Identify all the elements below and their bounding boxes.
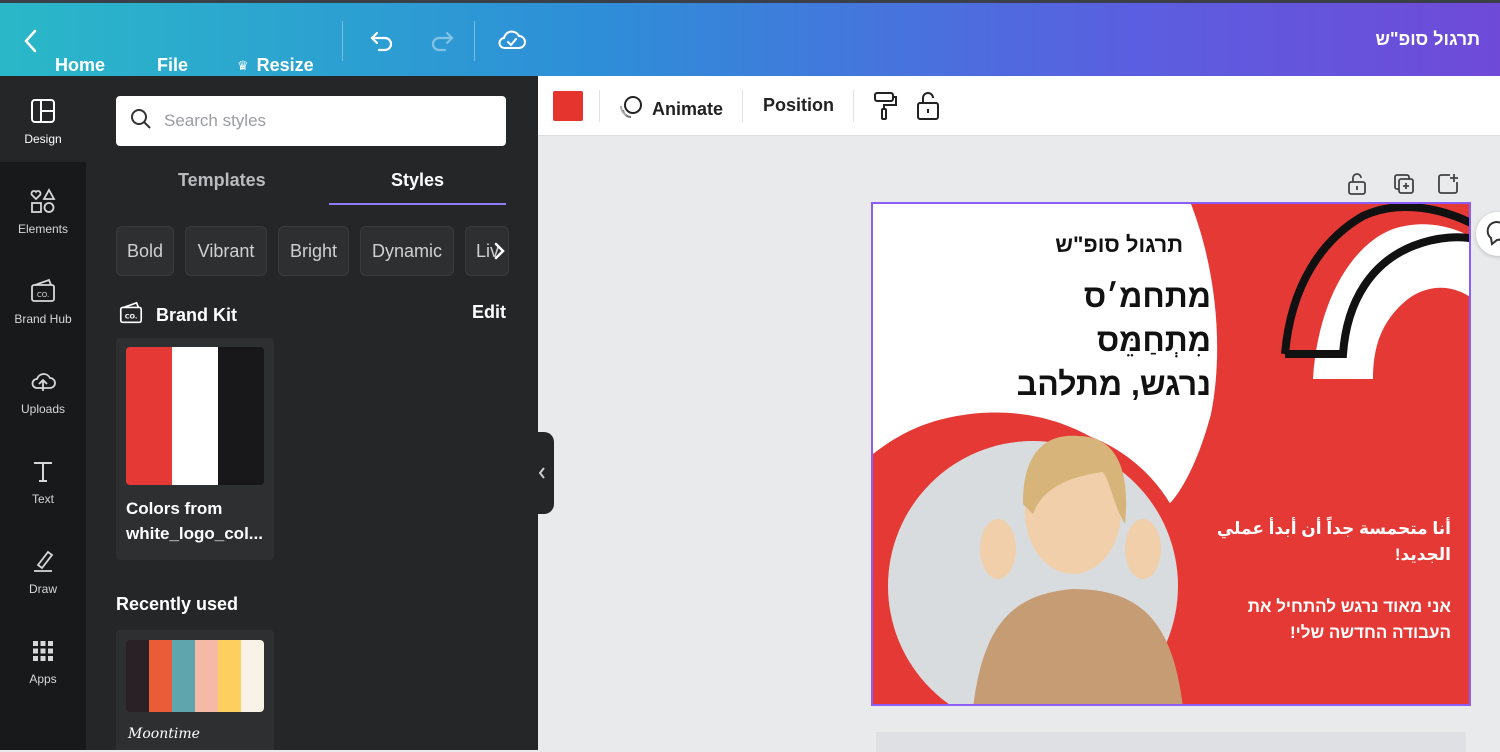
crown-icon: ♛ bbox=[237, 57, 249, 73]
grid-icon bbox=[28, 636, 58, 666]
rail-label: Draw bbox=[28, 582, 57, 596]
chevron-left-icon bbox=[538, 467, 545, 479]
svg-text:CO.: CO. bbox=[37, 291, 49, 299]
comment-icon[interactable] bbox=[1476, 212, 1500, 256]
divider bbox=[742, 90, 743, 122]
rail-label: Elements bbox=[17, 222, 69, 236]
paint-roller-icon[interactable] bbox=[871, 90, 899, 127]
pen-icon bbox=[28, 546, 58, 576]
swatch[interactable] bbox=[195, 640, 218, 712]
next-page-preview[interactable] bbox=[876, 732, 1466, 752]
divider bbox=[853, 90, 854, 122]
divider bbox=[474, 21, 475, 61]
swatch[interactable] bbox=[241, 640, 264, 712]
tab-templates[interactable]: Templates bbox=[178, 170, 266, 191]
swatch-black[interactable] bbox=[218, 347, 264, 485]
styles-panel: Templates Styles Bold Vibrant Bright Dyn… bbox=[86, 76, 538, 750]
search-box[interactable] bbox=[116, 96, 506, 146]
text-icon bbox=[28, 456, 58, 486]
brand-kit-header: CO. Brand Kit bbox=[118, 300, 237, 331]
design-page[interactable]: תרגול סופ"ש מתחמ׳ס מִתְחַמֵּס נרגש, מתלה… bbox=[871, 202, 1471, 706]
chevron-right-icon[interactable] bbox=[484, 234, 514, 268]
side-rail: Design Elements CO. Brand Hub Uploads Te… bbox=[0, 76, 86, 750]
animate-label: Animate bbox=[652, 99, 724, 119]
style-chip-bright[interactable]: Bright bbox=[278, 226, 349, 276]
collapse-panel-button[interactable] bbox=[530, 432, 554, 514]
edit-brand-kit-button[interactable]: Edit bbox=[472, 302, 506, 323]
rail-item-apps[interactable]: Apps bbox=[0, 616, 86, 702]
design-headline[interactable]: מתחמ׳ס מִתְחַמֵּס נרגש, מתלהב bbox=[963, 274, 1211, 406]
active-tab-indicator bbox=[329, 203, 506, 205]
animate-button[interactable]: Animate bbox=[618, 94, 723, 125]
duplicate-page-icon[interactable] bbox=[1392, 172, 1416, 201]
add-page-icon[interactable] bbox=[1436, 172, 1460, 201]
context-toolbar: Animate Position bbox=[538, 76, 1500, 136]
divider bbox=[599, 90, 600, 122]
back-chevron-icon[interactable] bbox=[22, 28, 40, 59]
rail-label: Apps bbox=[29, 672, 57, 686]
palette-swatches bbox=[126, 640, 264, 712]
search-input[interactable] bbox=[164, 111, 484, 131]
text-color-swatch[interactable] bbox=[553, 91, 583, 121]
swatch-white[interactable] bbox=[172, 347, 218, 485]
palette-swatches bbox=[126, 347, 264, 485]
top-bar: Home File ♛ Resize תרגול סופ"ש bbox=[0, 0, 1500, 76]
headline-line: מתחמ׳ס bbox=[1083, 278, 1211, 314]
cloud-upload-icon bbox=[28, 366, 58, 396]
shapes-icon bbox=[28, 186, 58, 216]
rail-label: Design bbox=[24, 132, 62, 146]
style-chip-vibrant[interactable]: Vibrant bbox=[185, 226, 267, 276]
svg-text:CO.: CO. bbox=[125, 313, 138, 321]
redo-icon[interactable] bbox=[428, 27, 456, 60]
swatch[interactable] bbox=[126, 640, 149, 712]
undo-icon[interactable] bbox=[368, 27, 396, 60]
palette-name: Moontime bbox=[128, 726, 200, 742]
swatch[interactable] bbox=[172, 640, 195, 712]
rail-item-elements[interactable]: Elements bbox=[0, 166, 86, 252]
style-chip-dynamic[interactable]: Dynamic bbox=[360, 226, 454, 276]
search-icon bbox=[130, 108, 152, 135]
lock-icon[interactable] bbox=[915, 90, 941, 127]
recently-used-heading: Recently used bbox=[116, 594, 239, 614]
rail-label: Text bbox=[31, 492, 54, 506]
rail-label: Uploads bbox=[20, 402, 66, 416]
position-button[interactable]: Position bbox=[763, 95, 834, 116]
brand-kit-label: Brand Kit bbox=[156, 305, 237, 325]
rail-item-brand-hub[interactable]: CO. Brand Hub bbox=[0, 256, 86, 342]
cloud-saved-icon[interactable] bbox=[497, 25, 527, 60]
headline-line: מִתְחַמֵּס bbox=[1096, 322, 1211, 358]
rail-item-uploads[interactable]: Uploads bbox=[0, 346, 86, 432]
document-title[interactable]: תרגול סופ"ש bbox=[1375, 29, 1480, 50]
design-title[interactable]: תרגול סופ"ש bbox=[993, 232, 1183, 258]
animate-icon bbox=[618, 94, 644, 125]
rail-item-draw[interactable]: Draw bbox=[0, 526, 86, 612]
brand-kit-icon: CO. bbox=[118, 300, 144, 331]
brand-icon: CO. bbox=[28, 276, 58, 306]
hebrew-text[interactable]: אני מאוד נרגש להתחיל את העבודה החדשה שלי… bbox=[1203, 594, 1451, 646]
rail-label: Brand Hub bbox=[14, 312, 72, 326]
palette-name: Colors from white_logo_col... bbox=[126, 499, 263, 543]
swatch-red[interactable] bbox=[126, 347, 172, 485]
style-chip-bold[interactable]: Bold bbox=[116, 226, 174, 276]
recent-palette-card[interactable]: Moontime bbox=[116, 630, 274, 750]
arabic-text[interactable]: أنا متحمسة جداً أن أبدأ عملي الجديد! bbox=[1203, 516, 1451, 568]
rail-item-design[interactable]: Design bbox=[0, 76, 86, 162]
rail-item-text[interactable]: Text bbox=[0, 436, 86, 522]
brand-palette-card[interactable]: Colors from white_logo_col... bbox=[116, 338, 274, 560]
page-lock-icon[interactable] bbox=[1346, 172, 1368, 201]
headline-line: נרגש, מתלהב bbox=[1016, 366, 1211, 402]
swatch[interactable] bbox=[149, 640, 172, 712]
layout-icon bbox=[28, 96, 58, 126]
resize-label: Resize bbox=[256, 55, 314, 75]
divider bbox=[342, 21, 343, 61]
swatch[interactable] bbox=[218, 640, 241, 712]
tab-styles[interactable]: Styles bbox=[391, 170, 444, 191]
